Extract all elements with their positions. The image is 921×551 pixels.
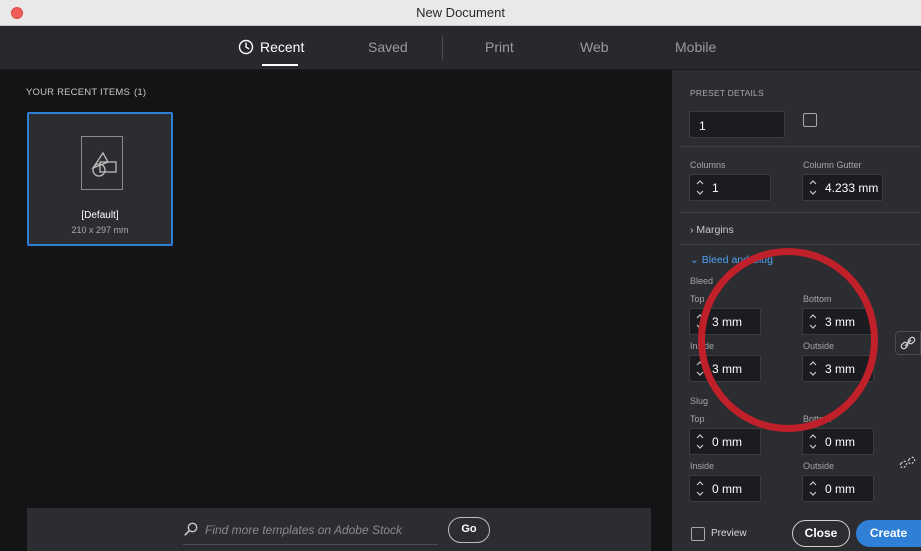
slug-inside-field[interactable]: 0 mm <box>689 475 761 502</box>
tab-bar <box>0 26 921 70</box>
slug-top-label: Top <box>690 414 705 424</box>
recent-items-title: YOUR RECENT ITEMS <box>26 87 131 98</box>
bleed-top-value: 3 mm <box>712 315 742 329</box>
slug-top-value: 0 mm <box>712 435 742 449</box>
bleed-inside-field[interactable]: 3 mm <box>689 355 761 382</box>
stepper-icon[interactable] <box>695 431 705 452</box>
bleed-outside-value: 3 mm <box>825 362 855 376</box>
bleed-inside-value: 3 mm <box>712 362 742 376</box>
bleed-bottom-field[interactable]: 3 mm <box>802 308 874 335</box>
bleed-outside-label: Outside <box>803 341 835 351</box>
search-icon <box>184 522 198 536</box>
tab-mobile[interactable]: Mobile <box>675 39 716 55</box>
bleed-inside-label: Inside <box>690 341 715 351</box>
slug-outside-value: 0 mm <box>825 482 855 496</box>
recent-item-size: 210 x 297 mm <box>71 225 129 235</box>
stepper-icon[interactable] <box>808 177 818 198</box>
recent-items-count: (1) <box>134 87 147 98</box>
divider <box>680 212 921 213</box>
bleed-top-field[interactable]: 3 mm <box>689 308 761 335</box>
unlink-icon[interactable] <box>898 453 918 473</box>
bleed-label: Bleed <box>690 276 714 286</box>
tab-recent[interactable]: Recent <box>260 39 304 55</box>
bleed-and-slug-label: Bleed and Slug <box>701 254 773 266</box>
stepper-icon[interactable] <box>808 358 818 379</box>
link-bleed-button[interactable] <box>895 331 921 355</box>
tab-divider <box>442 36 443 60</box>
slug-top-field[interactable]: 0 mm <box>689 428 761 455</box>
column-gutter-label: Column Gutter <box>803 160 862 170</box>
divider <box>680 244 921 245</box>
create-button[interactable]: Create <box>856 520 921 547</box>
bleed-bottom-label: Bottom <box>803 294 832 304</box>
column-gutter-field[interactable]: 4.233 mm <box>802 174 883 201</box>
columns-value: 1 <box>712 181 719 195</box>
search-input-underline <box>183 544 438 545</box>
columns-field[interactable]: 1 <box>689 174 771 201</box>
recent-item-card[interactable]: [Default] 210 x 297 mm <box>27 112 173 246</box>
recent-items-heading: YOUR RECENT ITEMS (1) <box>26 87 146 98</box>
link-icon <box>900 336 916 350</box>
clock-icon <box>238 39 254 55</box>
facing-pages-checkbox[interactable] <box>803 113 817 127</box>
stepper-icon[interactable] <box>808 431 818 452</box>
columns-label: Columns <box>690 160 726 170</box>
stepper-icon[interactable] <box>695 311 705 332</box>
stepper-icon[interactable] <box>695 358 705 379</box>
document-shapes-icon <box>91 151 117 177</box>
slug-outside-field[interactable]: 0 mm <box>802 475 874 502</box>
bleed-outside-field[interactable]: 3 mm <box>802 355 874 382</box>
column-gutter-value: 4.233 mm <box>825 181 879 195</box>
slug-bottom-value: 0 mm <box>825 435 855 449</box>
active-tab-indicator <box>262 64 298 66</box>
stepper-icon[interactable] <box>808 478 818 499</box>
tab-web[interactable]: Web <box>580 39 609 55</box>
stepper-icon[interactable] <box>808 311 818 332</box>
slug-inside-label: Inside <box>690 461 715 471</box>
recent-item-name: [Default] <box>81 210 119 221</box>
chevron-down-icon: ⌄ <box>690 254 699 266</box>
search-input[interactable]: Find more templates on Adobe Stock <box>205 523 402 537</box>
document-thumbnail <box>81 136 123 190</box>
margins-label: Margins <box>696 224 734 236</box>
preset-details-heading: PRESET DETAILS <box>690 88 764 98</box>
pages-field[interactable]: 1 <box>689 111 785 138</box>
bleed-and-slug-toggle[interactable]: ⌄ Bleed and Slug <box>690 254 773 266</box>
pages-value: 1 <box>699 119 706 133</box>
go-button[interactable]: Go <box>448 517 490 543</box>
slug-bottom-field[interactable]: 0 mm <box>802 428 874 455</box>
bleed-bottom-value: 3 mm <box>825 315 855 329</box>
divider <box>680 146 921 147</box>
close-button[interactable]: Close <box>792 520 850 547</box>
tab-print[interactable]: Print <box>485 39 514 55</box>
preview-checkbox[interactable] <box>691 527 705 541</box>
chevron-right-icon: › <box>690 224 694 236</box>
preview-label: Preview <box>711 528 747 539</box>
title-bar: New Document <box>0 0 921 26</box>
slug-outside-label: Outside <box>803 461 835 471</box>
stepper-icon[interactable] <box>695 177 705 198</box>
slug-bottom-label: Bottom <box>803 414 832 424</box>
slug-label: Slug <box>690 396 709 406</box>
margins-toggle[interactable]: › Margins <box>690 224 734 236</box>
slug-inside-value: 0 mm <box>712 482 742 496</box>
stepper-icon[interactable] <box>695 478 705 499</box>
window-title: New Document <box>416 5 505 20</box>
bleed-top-label: Top <box>690 294 705 304</box>
tab-saved[interactable]: Saved <box>368 39 408 55</box>
